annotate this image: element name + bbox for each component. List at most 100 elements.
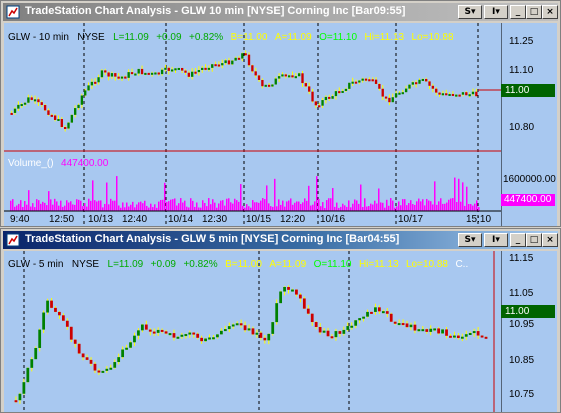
candle-body: [271, 322, 275, 334]
candle-body: [110, 73, 114, 77]
candle-body: [223, 329, 227, 332]
volume-bar: [440, 198, 442, 211]
candle-body: [308, 86, 311, 92]
candle-body: [370, 311, 373, 314]
price-plot-area[interactable]: GLW - 10 min NYSE L=11.09 +0.09 +0.82% B…: [4, 23, 501, 226]
legend-high: Hi=11.13: [364, 32, 405, 43]
volume-bar: [186, 206, 188, 211]
volume-bar: [316, 176, 318, 211]
volume-bar: [234, 198, 236, 211]
legend-change: +0.09: [156, 32, 182, 43]
volume-bar: [182, 202, 184, 211]
tradestation-icon[interactable]: [6, 5, 20, 19]
candle-body: [43, 105, 47, 111]
candle-body: [279, 291, 283, 304]
candle-body: [371, 79, 374, 82]
candle-body: [109, 367, 113, 370]
tradestation-icon[interactable]: [6, 233, 20, 247]
candle-body: [10, 112, 13, 115]
volume-label: Volume_(): [8, 158, 54, 169]
volume-bar: [420, 201, 422, 211]
volume-bar: [336, 202, 338, 211]
volume-bar: [236, 200, 238, 211]
candle-body: [174, 68, 177, 71]
candle-body: [453, 335, 456, 338]
price-axis-10min[interactable]: 11.25 11.10 10.80 11.00 1600000.00 44740…: [501, 23, 557, 226]
candle-body: [157, 72, 160, 75]
interval-menu-button[interactable]: I▾: [484, 233, 508, 247]
symbol-menu-button[interactable]: S▾: [458, 5, 482, 19]
maximize-button[interactable]: □: [526, 5, 542, 19]
volume-bar: [210, 204, 212, 211]
candle-body: [295, 289, 298, 295]
volume-bar: [314, 201, 316, 211]
close-button[interactable]: ×: [542, 5, 558, 19]
candle-body: [221, 63, 224, 66]
candle-body: [445, 329, 448, 336]
volume-bar: [270, 206, 272, 211]
candle-body: [362, 316, 365, 319]
volume-bar: [350, 207, 352, 211]
price-axis-5min[interactable]: 11.15 11.05 10.95 10.85 10.75 11.00: [501, 251, 557, 412]
volume-tick: 1600000.00: [503, 174, 556, 185]
volume-bar: [192, 200, 194, 211]
candle-body: [405, 323, 409, 328]
candle-body: [80, 95, 84, 105]
volume-bar: [290, 198, 292, 211]
candle-body: [281, 74, 284, 77]
candle-body: [63, 127, 67, 130]
volume-bar: [100, 200, 102, 211]
candle-body: [124, 76, 127, 79]
candle-body: [334, 91, 338, 97]
candle-body: [211, 64, 214, 68]
volume-bar: [376, 203, 378, 211]
legend-tail: C..: [455, 259, 469, 270]
candle-body: [90, 81, 94, 86]
volume-bar: [46, 205, 48, 211]
legend-symbol: GLW - 5 min: [8, 259, 64, 270]
volume-bar: [54, 198, 56, 211]
legend-low: Lo=10.88: [405, 259, 448, 270]
legend-ask: A=11.09: [269, 259, 307, 270]
candle-body: [100, 70, 104, 78]
candle-body: [425, 329, 429, 332]
volume-bar: [298, 201, 300, 211]
title-bar[interactable]: TradeStation Chart Analysis - GLW 10 min…: [3, 3, 558, 21]
volume-bar: [114, 200, 116, 211]
candle-body: [180, 334, 184, 337]
candle-body: [77, 343, 81, 354]
candle-body: [47, 110, 50, 115]
chart-window-10min[interactable]: TradeStation Chart Analysis - GLW 10 min…: [0, 0, 561, 227]
volume-bar: [326, 200, 328, 211]
price-tick: 10.85: [509, 355, 535, 366]
candle-body: [164, 67, 167, 70]
candle-body: [318, 326, 322, 333]
volume-bar: [28, 190, 30, 211]
close-button[interactable]: ×: [542, 233, 558, 247]
volume-bar: [34, 207, 36, 211]
symbol-menu-button[interactable]: S▾: [458, 233, 482, 247]
candle-body: [458, 94, 461, 97]
volume-bar: [334, 206, 336, 211]
volume-bar: [250, 207, 252, 211]
minimize-button[interactable]: _: [510, 233, 526, 247]
price-plot-area[interactable]: GLW - 5 min NYSE L=11.09 +0.09 +0.82% B=…: [4, 251, 501, 412]
candle-body: [247, 328, 251, 331]
volume-bar: [64, 205, 66, 211]
volume-bar: [294, 202, 296, 211]
candle-body: [304, 83, 308, 87]
candle-body: [235, 323, 239, 326]
candle-body: [475, 91, 478, 97]
volume-bar: [226, 198, 228, 211]
minimize-button[interactable]: _: [510, 5, 526, 19]
last-price-box: 11.00: [501, 305, 555, 318]
volume-bar: [246, 204, 248, 211]
candle-body: [274, 78, 277, 85]
interval-menu-button[interactable]: I▾: [484, 5, 508, 19]
title-bar[interactable]: TradeStation Chart Analysis - GLW 5 min …: [3, 231, 558, 249]
candle-body: [197, 70, 201, 73]
window-title: TradeStation Chart Analysis - GLW 10 min…: [25, 5, 406, 17]
candle-body: [451, 93, 455, 96]
chart-window-5min[interactable]: TradeStation Chart Analysis - GLW 5 min …: [0, 228, 561, 413]
maximize-button[interactable]: □: [526, 233, 542, 247]
